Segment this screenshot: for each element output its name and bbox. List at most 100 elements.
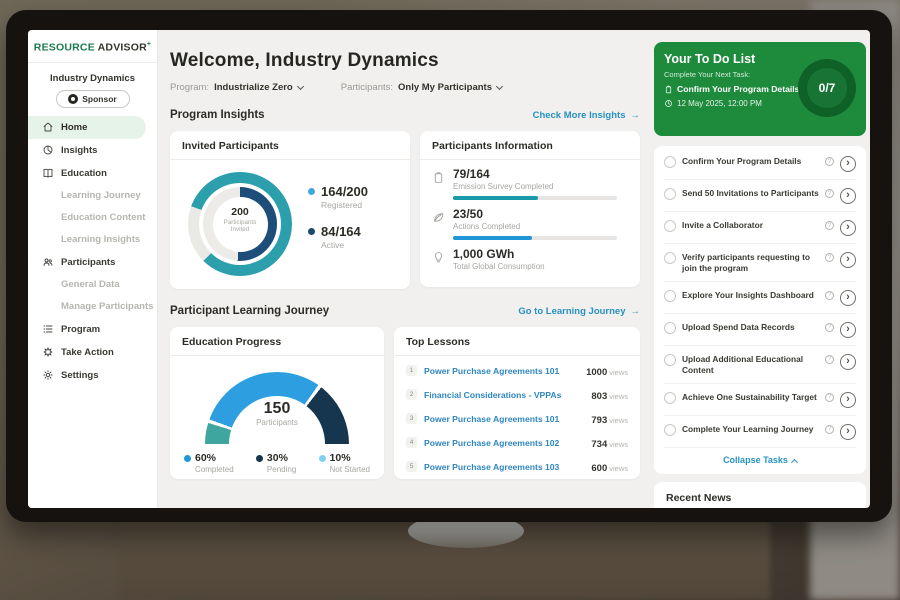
chevron-right-icon[interactable]: › <box>840 424 856 440</box>
sidebar-item-home[interactable]: Home <box>28 116 146 139</box>
clipboard-icon <box>432 171 445 184</box>
program-label: Program: <box>170 82 209 93</box>
sidebar-item-settings[interactable]: Settings <box>28 364 157 387</box>
arrow-right-icon: → <box>631 306 641 317</box>
logo-advisor: ADVISOR <box>98 42 147 54</box>
task-checkbox[interactable] <box>664 220 676 232</box>
lesson-rank: 1 <box>406 365 417 376</box>
top-lessons-card: Top Lessons 1 Power Purchase Agreements … <box>394 327 640 479</box>
settings-icon <box>42 369 54 381</box>
stat-label: Actions Completed <box>453 222 617 231</box>
stat-label: Total Global Consumption <box>453 262 545 271</box>
chevron-up-icon <box>791 459 798 466</box>
todo-panel: Your To Do List Complete Your Next Task:… <box>654 30 866 508</box>
legend-not-started: 10% Not Started <box>319 452 370 474</box>
lesson-views: 793 <box>591 415 607 426</box>
sidebar-item-learning-journey[interactable]: Learning Journey <box>28 185 157 207</box>
lesson-row: 1 Power Purchase Agreements 101 1000view… <box>394 356 640 380</box>
go-to-learning-journey-link[interactable]: Go to Learning Journey → <box>518 306 640 317</box>
help-icon: ? <box>825 393 834 402</box>
task-checkbox[interactable] <box>664 354 676 366</box>
progress-count: 0/7 <box>807 68 847 108</box>
progress-ring: 0/7 <box>798 59 856 117</box>
legend-registered: 164/200 Registered <box>308 184 368 210</box>
task-checkbox[interactable] <box>664 322 676 334</box>
sponsor-badge[interactable]: Sponsor <box>56 90 130 108</box>
help-icon: ? <box>825 189 834 198</box>
legend-completed: 60% Completed <box>184 452 234 474</box>
task-row[interactable]: Invite a Collaborator ? › <box>664 212 856 244</box>
sidebar-item-program[interactable]: Program <box>28 318 157 341</box>
page-title: Welcome, Industry Dynamics <box>170 50 640 72</box>
filter-bar: Program: Industrialize Zero Participants… <box>170 82 640 93</box>
chevron-right-icon[interactable]: › <box>840 156 856 172</box>
donut-chart-area: 200 Participants Invited <box>170 160 410 276</box>
legend-value: 84/164 <box>321 224 361 239</box>
lesson-link[interactable]: Power Purchase Agreements 103 <box>424 462 584 472</box>
collapse-label: Collapse Tasks <box>723 455 788 465</box>
chevron-right-icon[interactable]: › <box>840 290 856 306</box>
task-checkbox[interactable] <box>664 392 676 404</box>
task-checkbox[interactable] <box>664 424 676 436</box>
help-icon: ? <box>825 425 834 434</box>
chevron-right-icon[interactable]: › <box>840 220 856 236</box>
lesson-rank: 2 <box>406 389 417 400</box>
sidebar-item-participants[interactable]: Participants <box>28 251 157 274</box>
chevron-right-icon[interactable]: › <box>840 392 856 408</box>
check-more-insights-link[interactable]: Check More Insights → <box>533 110 640 121</box>
progress-track <box>453 196 617 200</box>
chevron-right-icon[interactable]: › <box>840 188 856 204</box>
chevron-right-icon[interactable]: › <box>840 252 856 268</box>
task-label: Invite a Collaborator <box>682 220 819 231</box>
next-task: Confirm Your Program Details <box>664 84 804 94</box>
sidebar-item-insights[interactable]: Insights <box>28 139 157 162</box>
task-row[interactable]: Verify participants requesting to join t… <box>664 244 856 282</box>
sidebar-item-general-data[interactable]: General Data <box>28 274 157 296</box>
legend-active: 84/164 Active <box>308 224 368 250</box>
lesson-link[interactable]: Financial Considerations - VPPAs <box>424 390 584 400</box>
task-row[interactable]: Confirm Your Program Details ? › <box>664 148 856 180</box>
task-row[interactable]: Upload Spend Data Records ? › <box>664 314 856 346</box>
take-action-icon <box>42 346 54 358</box>
sidebar-item-take-action[interactable]: Take Action <box>28 341 157 364</box>
sidebar-item-manage-participants[interactable]: Manage Participants <box>28 296 157 318</box>
program-icon <box>42 323 54 335</box>
task-checkbox[interactable] <box>664 156 676 168</box>
participants-select[interactable]: Participants: Only My Participants <box>341 82 502 93</box>
lesson-link[interactable]: Power Purchase Agreements 101 <box>424 414 584 424</box>
sponsor-icon <box>68 94 78 104</box>
lesson-link[interactable]: Power Purchase Agreements 101 <box>424 366 579 376</box>
sidebar-nav: Home Insights Education Learning Journey… <box>28 116 157 387</box>
sidebar-item-learning-insights[interactable]: Learning Insights <box>28 229 157 251</box>
program-select[interactable]: Program: Industrialize Zero <box>170 82 303 93</box>
app-logo: RESOURCE ADVISOR+ <box>28 30 157 63</box>
learning-cards-row: Education Progress 150 Participants 60% … <box>170 327 640 479</box>
learning-journey-header: Participant Learning Journey Go to Learn… <box>170 305 640 317</box>
task-checkbox[interactable] <box>664 252 676 264</box>
registered-donut-ring: 200 Participants Invited <box>188 172 292 276</box>
chevron-right-icon[interactable]: › <box>840 322 856 338</box>
chevron-right-icon[interactable]: › <box>840 354 856 370</box>
arrow-right-icon: → <box>631 110 641 121</box>
help-icon: ? <box>825 157 834 166</box>
task-row[interactable]: Explore Your Insights Dashboard ? › <box>664 282 856 314</box>
sidebar-item-education[interactable]: Education <box>28 162 157 185</box>
task-checkbox[interactable] <box>664 290 676 302</box>
stat-value: 1,000 GWh <box>453 247 545 261</box>
task-row[interactable]: Achieve One Sustainability Target ? › <box>664 384 856 416</box>
lesson-views: 803 <box>591 391 607 402</box>
collapse-tasks-link[interactable]: Collapse Tasks <box>664 448 856 470</box>
sidebar-item-education-content[interactable]: Education Content <box>28 207 157 229</box>
task-checkbox[interactable] <box>664 188 676 200</box>
lesson-link[interactable]: Power Purchase Agreements 102 <box>424 438 584 448</box>
main-content: Welcome, Industry Dynamics Program: Indu… <box>158 30 654 508</box>
invited-participants-card: Invited Participants 200 Participants In <box>170 131 410 289</box>
sponsor-label: Sponsor <box>82 94 116 104</box>
legend-pending: 30% Pending <box>256 452 296 474</box>
sidebar: RESOURCE ADVISOR+ Industry Dynamics Spon… <box>28 30 158 508</box>
task-row[interactable]: Upload Additional Educational Content ? … <box>664 346 856 384</box>
task-row[interactable]: Send 50 Invitations to Participants ? › <box>664 180 856 212</box>
participants-icon <box>42 256 54 268</box>
task-row[interactable]: Complete Your Learning Journey ? › <box>664 416 856 448</box>
stat-label: Emission Survey Completed <box>453 182 617 191</box>
